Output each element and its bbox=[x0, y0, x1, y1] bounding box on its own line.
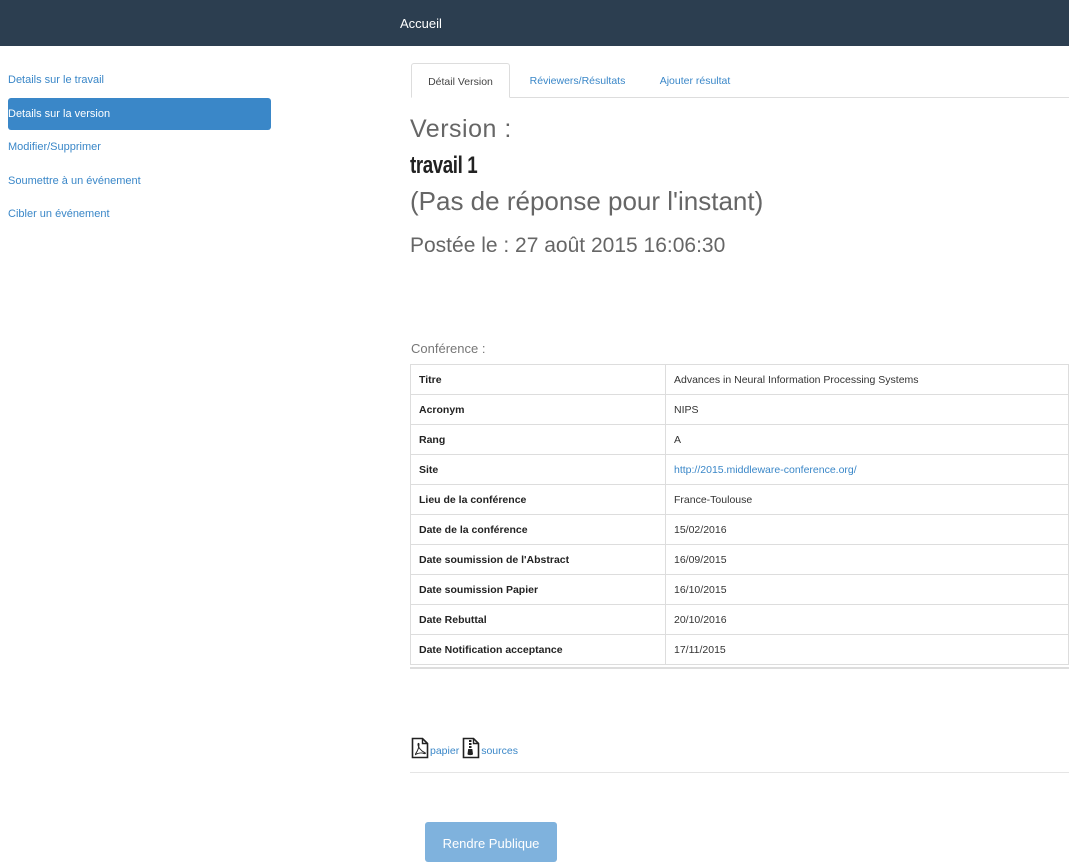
table-row: Acronym NIPS bbox=[410, 394, 1069, 425]
section-divider bbox=[410, 772, 1069, 773]
conference-label: Conférence : bbox=[411, 341, 486, 356]
row-key: Acronym bbox=[410, 394, 666, 425]
row-value: 17/11/2015 bbox=[665, 634, 1069, 665]
tab-reviewers-results[interactable]: Réviewers/Résultats bbox=[515, 63, 640, 96]
row-value: 16/09/2015 bbox=[665, 544, 1069, 575]
file-links: papier sources bbox=[411, 735, 518, 759]
sidebar-item-submit-event[interactable]: Soumettre à un événement bbox=[8, 165, 271, 197]
sidebar: Details sur le travail Details sur la ve… bbox=[8, 64, 271, 232]
table-row: Date de la conférence 15/02/2016 bbox=[410, 514, 1069, 545]
row-value: 16/10/2015 bbox=[665, 574, 1069, 605]
make-public-button[interactable]: Rendre Publique bbox=[425, 822, 557, 862]
row-value: A bbox=[665, 424, 1069, 455]
row-key: Titre bbox=[410, 364, 666, 395]
table-row: Rang A bbox=[410, 424, 1069, 455]
sidebar-item-version-details[interactable]: Details sur la version bbox=[8, 97, 271, 130]
version-heading: Version : bbox=[410, 115, 512, 143]
row-value: France-Toulouse bbox=[665, 484, 1069, 515]
table-row: Date Rebuttal 20/10/2016 bbox=[410, 604, 1069, 635]
sidebar-item-label: Cibler un événement bbox=[8, 208, 110, 220]
row-key: Date de la conférence bbox=[410, 514, 666, 545]
row-key: Site bbox=[410, 454, 666, 485]
sidebar-item-label: Soumettre à un événement bbox=[8, 174, 141, 187]
conference-site-link[interactable]: http://2015.middleware-conference.org/ bbox=[674, 464, 857, 476]
row-value: 15/02/2016 bbox=[665, 514, 1069, 545]
row-key: Rang bbox=[410, 424, 666, 455]
sidebar-item-label: Details sur la version bbox=[8, 107, 111, 120]
row-key: Date soumission Papier bbox=[410, 574, 666, 605]
pdf-file-icon bbox=[411, 737, 429, 759]
table-row: Date soumission Papier 16/10/2015 bbox=[410, 574, 1069, 605]
conference-table: Titre Advances in Neural Information Pro… bbox=[410, 364, 1069, 665]
sidebar-item-label: Details sur le travail bbox=[8, 74, 104, 86]
sidebar-item-edit-delete[interactable]: Modifier/Supprimer bbox=[8, 131, 271, 163]
table-row: Lieu de la conférence France-Toulouse bbox=[410, 484, 1069, 515]
work-title: travail 1 bbox=[410, 152, 478, 179]
row-value: 20/10/2016 bbox=[665, 604, 1069, 635]
paper-download-link[interactable]: papier bbox=[411, 737, 459, 759]
table-row: Site http://2015.middleware-conference.o… bbox=[410, 454, 1069, 485]
navbar-home-link[interactable]: Accueil bbox=[400, 0, 442, 46]
row-value: NIPS bbox=[665, 394, 1069, 425]
table-row: Titre Advances in Neural Information Pro… bbox=[410, 364, 1069, 395]
sidebar-item-target-event[interactable]: Cibler un événement bbox=[8, 198, 271, 230]
archive-file-icon bbox=[462, 737, 480, 759]
table-row: Date Notification acceptance 17/11/2015 bbox=[410, 634, 1069, 665]
sources-download-link[interactable]: sources bbox=[462, 737, 518, 759]
row-key: Date Rebuttal bbox=[410, 604, 666, 635]
table-row: Date soumission de l'Abstract 16/09/2015 bbox=[410, 544, 1069, 575]
sidebar-item-work-details[interactable]: Details sur le travail bbox=[8, 64, 271, 96]
top-navbar: Accueil bbox=[0, 0, 1069, 46]
row-key: Lieu de la conférence bbox=[410, 484, 666, 515]
tab-version-detail[interactable]: Détail Version bbox=[411, 63, 510, 98]
paper-link-label: papier bbox=[430, 745, 460, 757]
tab-add-result[interactable]: Ajouter résultat bbox=[647, 63, 743, 96]
table-bottom-border bbox=[410, 667, 1069, 669]
row-key: Date Notification acceptance bbox=[410, 634, 666, 665]
row-value: Advances in Neural Information Processin… bbox=[665, 364, 1069, 395]
sidebar-item-label: Modifier/Supprimer bbox=[8, 141, 101, 153]
row-value-cell: http://2015.middleware-conference.org/ bbox=[665, 454, 1069, 485]
tab-bar: Détail Version Réviewers/Résultats Ajout… bbox=[411, 63, 1069, 98]
posted-date: Postée le : 27 août 2015 16:06:30 bbox=[410, 234, 726, 257]
sources-link-label: sources bbox=[481, 745, 518, 757]
response-status: (Pas de réponse pour l'instant) bbox=[410, 186, 764, 216]
row-key: Date soumission de l'Abstract bbox=[410, 544, 666, 575]
